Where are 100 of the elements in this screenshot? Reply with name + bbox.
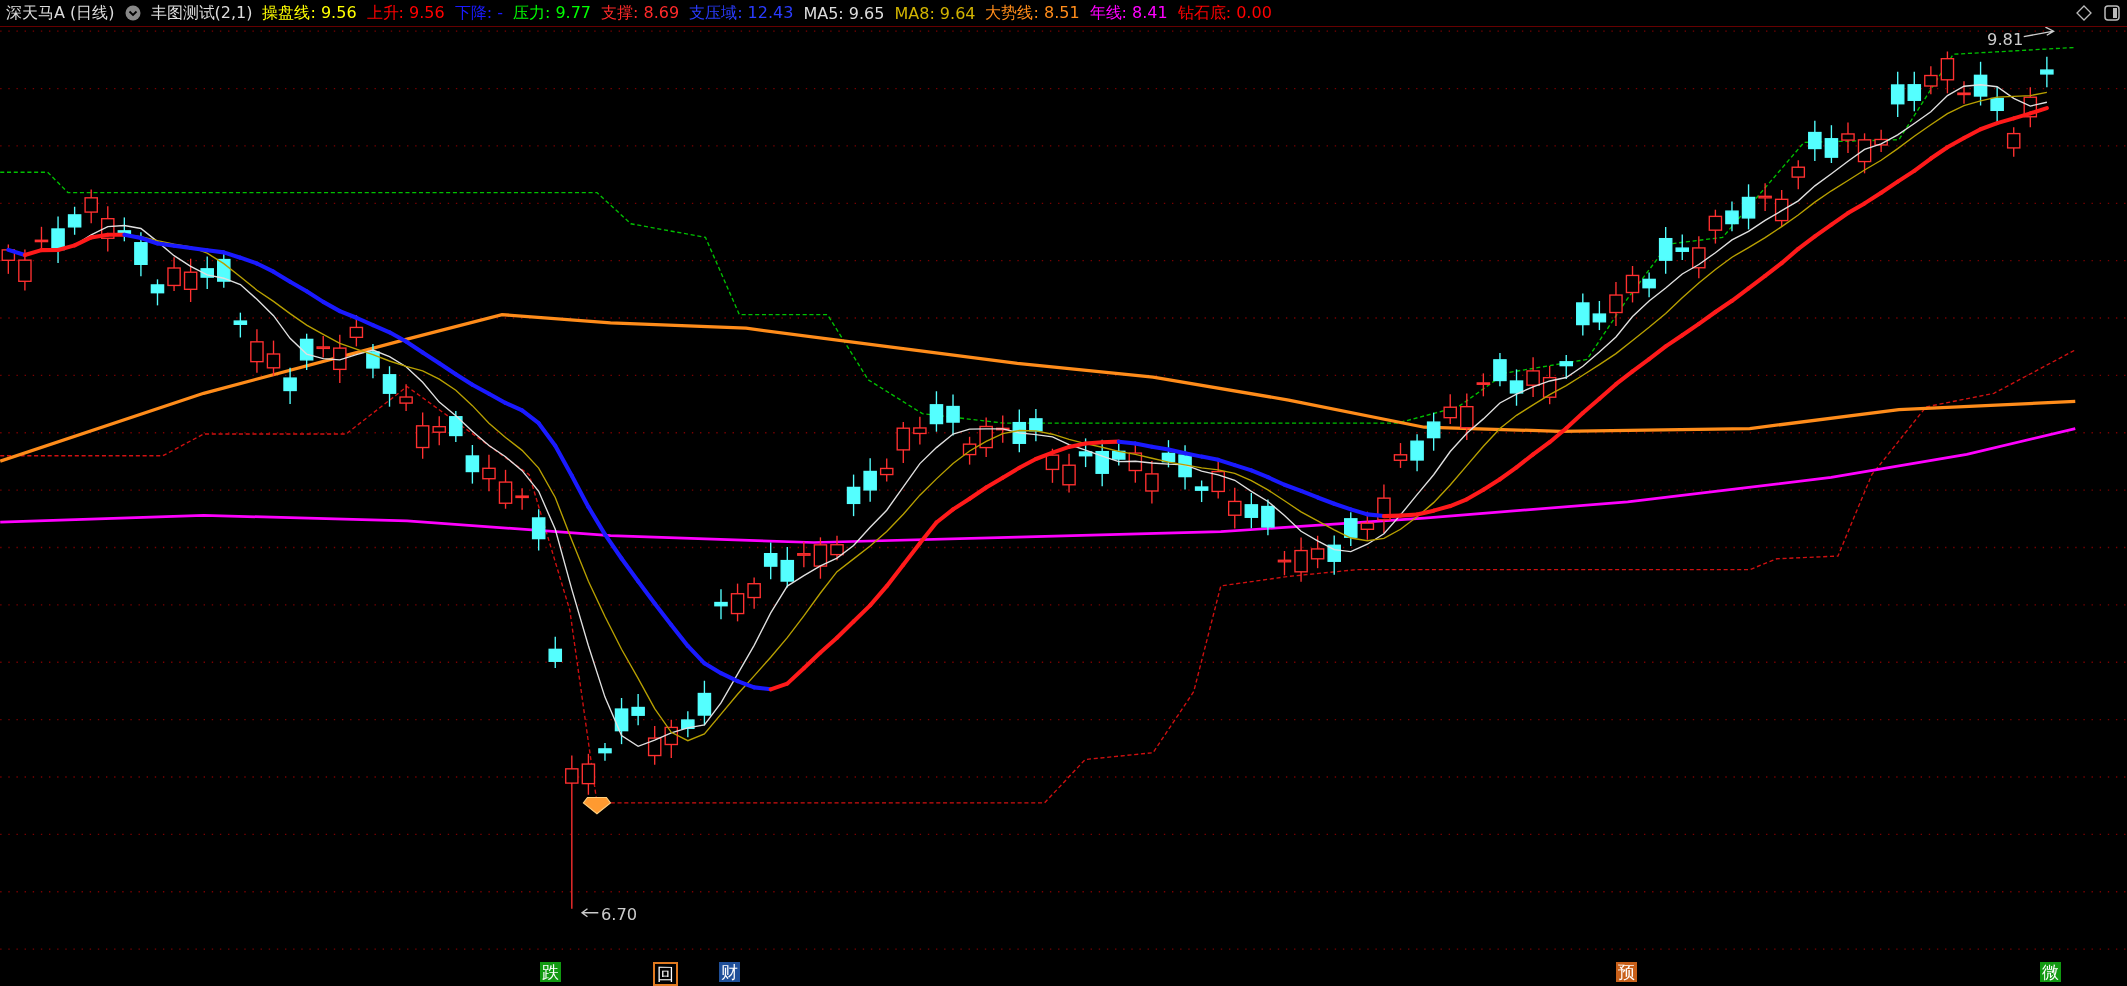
diamond-icon <box>582 796 612 815</box>
candlestick <box>1841 121 1855 154</box>
candlestick <box>233 312 248 339</box>
candlestick <box>1194 479 1209 503</box>
low-price-label: 6.70 <box>601 904 638 924</box>
candlestick <box>1211 459 1225 500</box>
candlestick <box>399 383 413 412</box>
candlestick <box>1410 433 1424 473</box>
candlestick <box>1277 550 1292 576</box>
candlestick <box>67 206 82 236</box>
candlestick <box>714 588 728 620</box>
candlestick <box>1526 356 1540 398</box>
candlestick <box>299 333 314 371</box>
candlestick <box>382 365 397 408</box>
candlestick <box>1310 535 1325 569</box>
candlestick <box>1493 352 1507 387</box>
candlestick <box>200 255 214 290</box>
candlestick <box>1145 460 1159 505</box>
candlestick <box>1874 129 1888 153</box>
candlestick <box>598 742 612 762</box>
candlestick <box>1625 265 1640 304</box>
candlestick <box>1576 292 1590 337</box>
signal-marker: 回 <box>652 962 678 986</box>
indicator-reading: 支压域: 12.43 <box>689 2 794 24</box>
candlestick <box>1658 226 1673 275</box>
candlestick <box>548 635 563 669</box>
candlestick <box>333 333 347 384</box>
arrow-icon <box>580 908 599 918</box>
candlestick <box>1045 448 1060 484</box>
signal-marker: 预 <box>1615 962 1637 982</box>
candlestick <box>1824 124 1839 164</box>
stock-name: 深天马A (日线) <box>6 2 115 24</box>
candlestick <box>51 215 65 264</box>
candlestick <box>730 582 745 623</box>
candlestick <box>515 487 529 511</box>
candlestick <box>84 188 98 224</box>
indicator-reading: 下降: - <box>454 2 503 24</box>
candlestick <box>1128 443 1143 484</box>
signal-marker: 微 <box>2040 962 2062 982</box>
candlestick <box>1012 408 1027 453</box>
candlestick <box>117 216 132 242</box>
indicator-name: 丰图测试(2,1) <box>150 2 253 24</box>
candlestick <box>1476 372 1491 397</box>
candlestick <box>1791 159 1806 190</box>
candlestick <box>631 693 645 726</box>
candlestick <box>1907 71 1922 112</box>
candlestick <box>780 546 795 589</box>
candlestick <box>1377 483 1391 534</box>
indicator-reading: MA5: 9.65 <box>803 3 885 23</box>
candlestick <box>1924 65 1938 95</box>
candlestick <box>498 469 513 510</box>
candlestick <box>1708 209 1723 245</box>
candlestick <box>1443 393 1457 425</box>
indicator-reading: 年线: 8.41 <box>1089 2 1168 24</box>
candlestick <box>979 416 993 458</box>
candlestick <box>1509 368 1524 407</box>
candlestick <box>1542 365 1557 405</box>
candlestick <box>167 256 181 292</box>
candlestick <box>896 421 911 464</box>
candlestick <box>664 719 679 759</box>
candlestick <box>482 454 496 492</box>
candlestick <box>747 576 761 610</box>
diamond-outline-icon[interactable] <box>2075 4 2093 22</box>
candlestick <box>2006 126 2021 158</box>
panel-icon[interactable] <box>2103 4 2121 22</box>
indicator-reading: 操盘线: 9.56 <box>262 2 357 24</box>
candlestick <box>2023 86 2038 128</box>
candlestick <box>1344 511 1358 547</box>
candlestick <box>1940 50 1955 94</box>
indicator-reading: 钻石底: 0.00 <box>1177 2 1272 24</box>
candlestick <box>316 335 330 359</box>
candlestick <box>1957 80 1971 105</box>
candlestick <box>1758 182 1772 212</box>
indicator-reading: 压力: 9.77 <box>512 2 592 24</box>
candlestick <box>1857 132 1872 174</box>
candlestick <box>1393 442 1408 469</box>
candlestick <box>1692 235 1706 279</box>
candlestick <box>1294 536 1308 583</box>
candlestick <box>349 314 364 348</box>
candlestick <box>1675 233 1690 261</box>
dropdown-icon[interactable] <box>124 5 141 21</box>
candlestick <box>614 697 629 745</box>
candlestick <box>1725 200 1739 232</box>
candlestick <box>2040 56 2054 88</box>
indicator-reading: 支撑: 8.69 <box>601 2 680 24</box>
signal-marker: 跌 <box>540 962 561 982</box>
candlestick <box>1078 437 1093 468</box>
candlestick <box>1244 492 1259 529</box>
candlestick <box>465 444 480 485</box>
candlestick <box>1327 534 1341 576</box>
candlestick <box>797 540 811 568</box>
candlestick <box>1178 444 1192 491</box>
candlestick <box>134 231 148 278</box>
candlestick <box>1062 453 1076 494</box>
high-price-label: 9.81 <box>1987 29 2024 49</box>
candlestick <box>929 390 944 433</box>
candlestick <box>846 473 861 517</box>
candlestick <box>763 541 778 580</box>
candlestick <box>946 393 960 437</box>
candlestick <box>913 416 927 446</box>
